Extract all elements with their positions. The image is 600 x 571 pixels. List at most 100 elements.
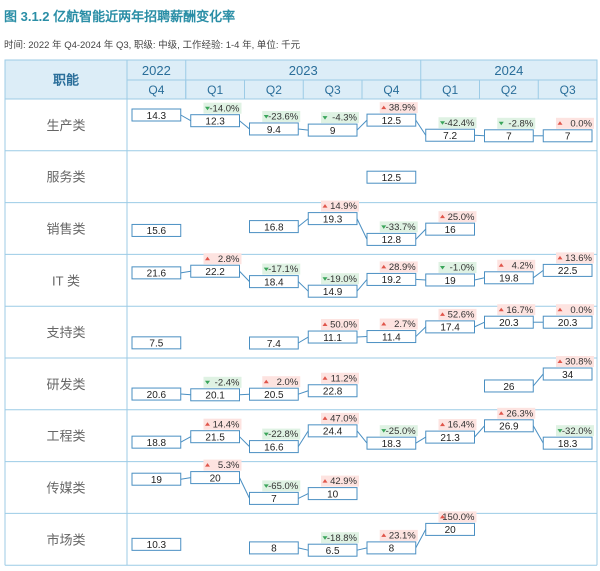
value-label: 26.9 <box>499 422 519 433</box>
year-label: 2024 <box>494 63 523 78</box>
quarter-label: Q4 <box>383 83 399 97</box>
value-connector <box>297 218 309 227</box>
change-label: 52.6% <box>448 309 475 320</box>
value-label: 14.9 <box>323 287 343 298</box>
row-label: 支持类 <box>46 325 85 340</box>
change-label: 50.0% <box>330 320 357 331</box>
quarter-label: Q3 <box>560 83 576 97</box>
value-label: 20.5 <box>264 390 284 401</box>
value-connector <box>239 436 250 447</box>
change-label: 0.0% <box>570 118 592 129</box>
change-label: -25.0% <box>386 426 417 437</box>
value-label: 19 <box>151 475 163 486</box>
change-label: 14.4% <box>213 419 240 430</box>
row-label: 销售类 <box>46 222 85 237</box>
value-label: 19 <box>445 276 457 287</box>
quarter-label: Q2 <box>266 83 282 97</box>
quarter-label: Q1 <box>442 83 458 97</box>
value-label: 20.3 <box>558 318 578 329</box>
value-label: 16.6 <box>264 442 284 453</box>
change-label: 38.9% <box>389 103 416 114</box>
change-label: 150.0% <box>442 512 475 523</box>
value-connector <box>532 425 544 444</box>
change-label: 47.0% <box>330 413 357 424</box>
value-label: 16 <box>445 225 457 236</box>
value-label: 16.8 <box>264 222 284 233</box>
row-label: 传媒类 <box>46 481 85 496</box>
value-label: 20.1 <box>205 391 225 402</box>
value-connector <box>474 277 485 281</box>
value-label: 22.8 <box>323 387 343 398</box>
value-label: 8 <box>389 544 395 555</box>
value-connector <box>180 477 191 480</box>
value-label: 9.4 <box>267 125 281 136</box>
value-connector <box>239 477 250 499</box>
change-label: 42.9% <box>330 476 357 487</box>
value-connector <box>298 493 309 499</box>
change-label: 11.2% <box>331 373 358 384</box>
change-label: -23.6% <box>268 112 299 123</box>
value-connector <box>415 278 426 281</box>
value-label: 7 <box>565 132 571 143</box>
value-connector <box>298 390 309 395</box>
value-label: 34 <box>562 370 574 381</box>
value-label: 19.2 <box>382 275 402 286</box>
value-connector <box>297 336 309 344</box>
value-label: 17.4 <box>440 323 460 334</box>
value-label: 18.4 <box>264 277 284 288</box>
quarter-label: Q2 <box>501 83 517 97</box>
quarter-label: Q1 <box>207 83 223 97</box>
change-label: 25.0% <box>448 212 475 223</box>
value-connector <box>356 218 368 240</box>
value-label: 10.3 <box>147 540 167 551</box>
value-label: 7.2 <box>443 131 457 142</box>
year-label: 2022 <box>142 63 171 78</box>
quarter-label: Q3 <box>325 83 341 97</box>
change-label: 2.7% <box>394 319 416 330</box>
value-label: 7 <box>506 132 512 143</box>
change-label: 4.2% <box>512 260 534 271</box>
change-label: -4.3% <box>332 113 357 124</box>
value-connector <box>298 128 309 131</box>
value-connector <box>474 321 485 328</box>
value-label: 19.8 <box>499 274 519 285</box>
value-connector <box>474 134 485 137</box>
value-label: 6.5 <box>326 546 340 557</box>
value-connector <box>180 436 191 443</box>
value-label: 10 <box>327 489 339 500</box>
value-label: 12.5 <box>382 116 402 127</box>
value-label: 22.2 <box>205 267 225 278</box>
change-label: 5.3% <box>218 460 240 471</box>
row-label: 工程类 <box>46 429 85 444</box>
change-label: -65.0% <box>268 481 299 492</box>
change-label: 23.1% <box>389 530 416 541</box>
value-connector <box>297 281 309 292</box>
value-label: 11.1 <box>323 333 342 344</box>
value-label: 22.5 <box>558 266 578 277</box>
value-label: 20 <box>445 525 457 536</box>
value-connector <box>415 119 427 136</box>
salary-change-chart: 职能 2022 2023 2024 Q4 Q1 Q2 Q3 Q4 Q1 Q2 Q3 生产类 14.3 12.… <box>4 59 598 566</box>
row-label: 生产类 <box>46 118 85 133</box>
value-connector <box>180 270 191 274</box>
value-connector <box>298 547 309 551</box>
change-label: -33.7% <box>386 222 417 233</box>
change-label: -1.0% <box>450 263 475 274</box>
value-connector <box>532 373 544 387</box>
value-label: 21.5 <box>205 433 225 444</box>
value-label: 18.3 <box>558 439 578 450</box>
value-connector <box>415 436 427 444</box>
row-header-label: 职能 <box>53 73 79 88</box>
change-label: -18.8% <box>327 533 358 544</box>
change-label: -2.8% <box>508 118 533 129</box>
value-connector <box>239 120 250 130</box>
value-label: 26 <box>503 382 515 393</box>
value-label: 20 <box>210 473 222 484</box>
change-label: 0.0% <box>570 305 592 316</box>
value-label: 12.8 <box>382 235 402 246</box>
change-label: 2.8% <box>218 254 240 265</box>
row-label: 研发类 <box>46 377 85 392</box>
year-label: 2023 <box>289 63 318 78</box>
value-label: 20.3 <box>499 318 519 329</box>
value-connector <box>239 270 250 282</box>
